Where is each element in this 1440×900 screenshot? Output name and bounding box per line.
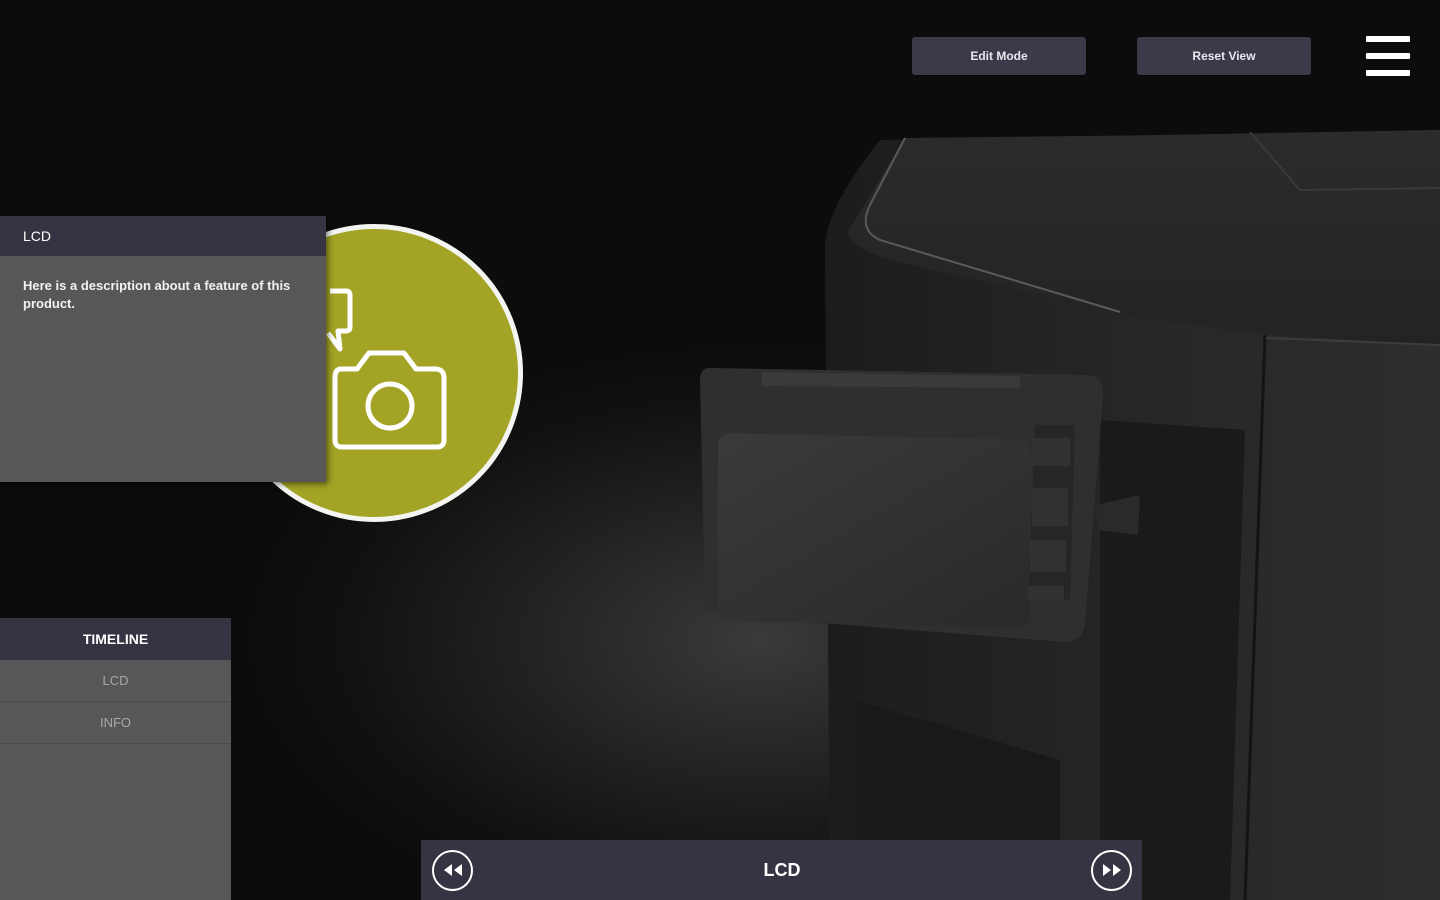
lcd-screen: [718, 433, 1030, 628]
info-panel-title: LCD: [0, 216, 326, 256]
menu-line: [1366, 70, 1410, 76]
feature-info-panel: LCD Here is a description about a featur…: [0, 216, 326, 482]
timeline-item-lcd[interactable]: LCD: [0, 660, 231, 702]
timeline-panel: TIMELINE LCD INFO: [0, 618, 231, 900]
menu-line: [1366, 36, 1410, 42]
current-step-label: LCD: [763, 859, 801, 880]
menu-line: [1366, 53, 1410, 59]
product-viewer: Edit Mode Reset View LCD Here is a descr…: [0, 0, 1440, 900]
rewind-icon[interactable]: [432, 849, 473, 891]
timeline-header: TIMELINE: [0, 618, 231, 660]
rewind-glyph: [443, 864, 462, 876]
info-panel-description: Here is a description about a feature of…: [23, 278, 291, 311]
hamburger-menu-icon[interactable]: [1366, 35, 1410, 77]
fast-forward-glyph: [1102, 864, 1121, 876]
fast-forward-icon[interactable]: [1091, 849, 1132, 891]
reset-view-button[interactable]: Reset View: [1137, 37, 1311, 75]
timeline-item-info[interactable]: INFO: [0, 702, 231, 744]
edit-mode-button[interactable]: Edit Mode: [912, 37, 1086, 75]
step-navigation-bar: LCD: [421, 840, 1142, 900]
